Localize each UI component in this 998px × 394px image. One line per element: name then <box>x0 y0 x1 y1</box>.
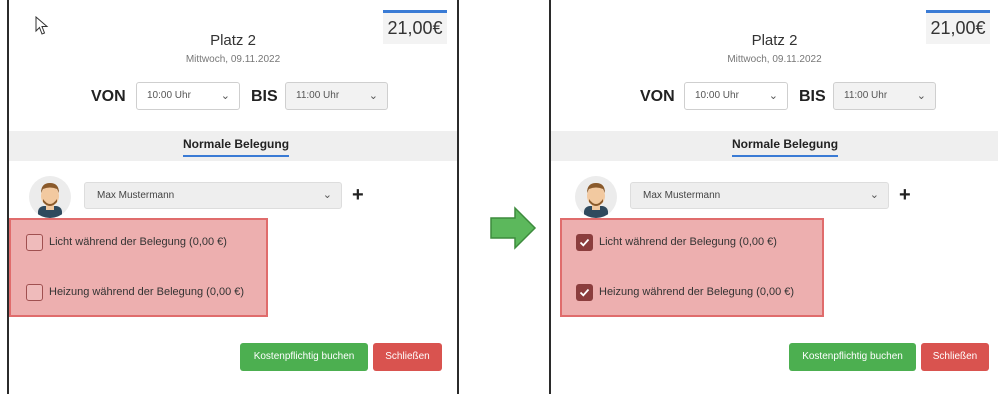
bis-value: 11:00 Uhr <box>296 90 340 101</box>
von-select[interactable]: 10:00 Uhr ⌄ <box>136 82 240 110</box>
dialog-title: Platz 2 <box>210 32 256 49</box>
chevron-down-icon: ⌄ <box>220 90 230 102</box>
person-select[interactable]: Max Mustermann ⌄ <box>84 182 342 209</box>
dialog-title: Platz 2 <box>751 32 798 49</box>
checkbox-light-label: Licht während der Belegung (0,00 €) <box>49 236 227 248</box>
checkbox-heating[interactable] <box>576 284 593 301</box>
tab-bar: Normale Belegung <box>9 131 457 161</box>
checkbox-heating-row[interactable]: Heizung während der Belegung (0,00 €) <box>576 284 820 304</box>
close-button[interactable]: Schließen <box>921 343 989 371</box>
von-select[interactable]: 10:00 Uhr ⌄ <box>684 82 788 110</box>
dialog-date: Mittwoch, 09.11.2022 <box>727 54 822 65</box>
person-value: Max Mustermann <box>97 190 175 201</box>
bis-select[interactable]: 11:00 Uhr ⌄ <box>833 82 936 110</box>
person-select[interactable]: Max Mustermann ⌄ <box>630 182 889 209</box>
chevron-down-icon: ⌄ <box>368 90 378 102</box>
check-icon <box>579 288 590 297</box>
booking-dialog-before: 21,00€ Platz 2 Mittwoch, 09.11.2022 VON … <box>7 0 459 394</box>
bis-label: BIS <box>799 88 826 105</box>
checkbox-heating-label: Heizung während der Belegung (0,00 €) <box>49 286 245 298</box>
close-button[interactable]: Schließen <box>373 343 442 371</box>
von-label: VON <box>640 88 675 105</box>
avatar-icon <box>575 176 617 218</box>
arrow-right-icon <box>490 206 537 250</box>
comparison-stage: 21,00€ Platz 2 Mittwoch, 09.11.2022 VON … <box>0 0 998 394</box>
time-row: VON 10:00 Uhr ⌄ BIS 11:00 Uhr ⌄ <box>9 82 457 112</box>
chevron-down-icon: ⌄ <box>869 189 879 201</box>
checkbox-heating-label: Heizung während der Belegung (0,00 €) <box>599 286 795 298</box>
book-button[interactable]: Kostenpflichtig buchen <box>240 343 368 371</box>
dialog-date: Mittwoch, 09.11.2022 <box>185 54 281 65</box>
checkbox-heating-row[interactable]: Heizung während der Belegung (0,00 €) <box>26 284 266 304</box>
chevron-down-icon: ⌄ <box>916 90 926 102</box>
tab-normale-belegung[interactable]: Normale Belegung <box>732 137 839 157</box>
checkbox-light-label: Licht während der Belegung (0,00 €) <box>599 236 777 248</box>
checkbox-light[interactable] <box>576 234 593 251</box>
avatar-icon <box>29 176 71 218</box>
tab-bar: Normale Belegung <box>551 131 998 161</box>
add-person-button[interactable]: + <box>352 184 364 207</box>
von-value: 10:00 Uhr <box>147 90 191 101</box>
book-button[interactable]: Kostenpflichtig buchen <box>789 343 916 371</box>
time-row: VON 10:00 Uhr ⌄ BIS 11:00 Uhr ⌄ <box>551 82 998 112</box>
checkbox-heating[interactable] <box>26 284 43 301</box>
chevron-down-icon: ⌄ <box>322 189 332 201</box>
booking-dialog-after: 21,00€ Platz 2 Mittwoch, 09.11.2022 VON … <box>549 0 998 394</box>
tab-normale-belegung[interactable]: Normale Belegung <box>183 137 290 157</box>
cursor-icon <box>35 16 49 35</box>
add-person-button[interactable]: + <box>899 184 911 207</box>
bis-label: BIS <box>251 88 278 105</box>
checkbox-light[interactable] <box>26 234 43 251</box>
bis-value: 11:00 Uhr <box>844 90 888 101</box>
person-value: Max Mustermann <box>643 190 721 201</box>
bis-select[interactable]: 11:00 Uhr ⌄ <box>285 82 388 110</box>
check-icon <box>579 238 590 247</box>
checkbox-light-row[interactable]: Licht während der Belegung (0,00 €) <box>576 234 820 254</box>
von-value: 10:00 Uhr <box>695 90 739 101</box>
checkbox-light-row[interactable]: Licht während der Belegung (0,00 €) <box>26 234 266 254</box>
chevron-down-icon: ⌄ <box>768 90 778 102</box>
von-label: VON <box>91 88 126 105</box>
